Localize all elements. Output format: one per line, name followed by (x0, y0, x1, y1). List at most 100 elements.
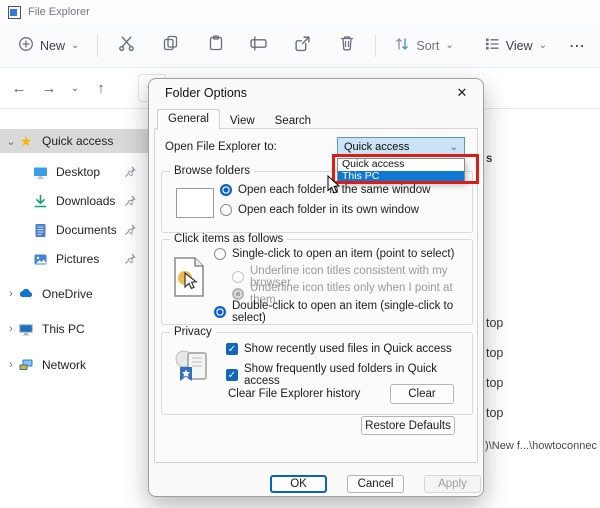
sidebar-item-quick-access[interactable]: ⌄ ★ Quick access (0, 129, 148, 153)
radio-label: Double-click to open an item (single-cli… (232, 300, 454, 324)
dialog-title: Folder Options (165, 86, 247, 100)
new-button-label: New (40, 38, 66, 53)
sidebar-item-label: Downloads (56, 194, 116, 208)
content-divider (487, 108, 600, 109)
window-title: File Explorer (28, 6, 90, 18)
trash-icon (339, 35, 355, 56)
sidebar-item-label: This PC (42, 322, 85, 336)
privacy-group-title: Privacy (170, 326, 216, 338)
sidebar-item-label: Network (42, 358, 87, 372)
sidebar-item-network[interactable]: › Network (0, 353, 148, 377)
paste-icon (208, 35, 224, 56)
file-list-item[interactable]: top (486, 376, 503, 390)
sidebar-item-downloads[interactable]: Downloads (0, 189, 148, 213)
new-button[interactable]: New ⌄ (10, 30, 87, 61)
scissors-icon (118, 35, 135, 57)
back-button[interactable]: ← (4, 80, 34, 97)
sidebar-item-this-pc[interactable]: › This PC (0, 317, 148, 341)
sort-button-label: Sort (416, 38, 440, 53)
pin-icon (124, 224, 136, 236)
sidebar-item-label: Documents (56, 223, 117, 237)
privacy-group: Privacy Show recently used files in Quic… (161, 326, 473, 415)
sort-button[interactable]: Sort ⌄ (386, 30, 461, 61)
command-toolbar: New ⌄ Sort ⌄ View ⌄ ⋯ (0, 24, 600, 68)
radio-unselected-icon (214, 248, 226, 260)
chevron-down-icon: ⌄ (449, 141, 458, 153)
restore-defaults-button[interactable]: Restore Defaults (361, 416, 455, 435)
view-button-label: View (505, 38, 533, 53)
browse-folders-group-title: Browse folders (170, 165, 255, 177)
clear-history-label: Clear File Explorer history (228, 388, 361, 400)
checkbox-recent-files[interactable]: Show recently used files in Quick access (226, 343, 452, 355)
file-list-item[interactable]: top (486, 406, 503, 420)
rename-button[interactable] (240, 31, 277, 61)
paste-button[interactable] (198, 31, 235, 61)
close-icon[interactable]: ✕ (453, 85, 471, 101)
rename-icon (250, 35, 267, 57)
plus-circle-icon (18, 36, 34, 55)
folder-options-dialog: Folder Options ✕ General View Search Ope… (148, 78, 484, 497)
navigation-pane: ⌄ ★ Quick access Desktop Downloads Docum… (0, 109, 148, 508)
chevron-down-icon: ⌄ (71, 40, 80, 51)
more-options-button[interactable]: ⋯ (555, 36, 600, 56)
pin-icon (124, 166, 136, 178)
combobox-value: Quick access (344, 141, 410, 153)
pictures-icon (32, 251, 48, 267)
chevron-down-icon[interactable]: ⌄ (0, 135, 18, 148)
up-button[interactable]: ↑ (86, 80, 116, 97)
path-fragment: :)\New f...\howtoconnec (482, 440, 597, 452)
checkbox-checked-icon (226, 369, 238, 381)
tab-general[interactable]: General (157, 109, 220, 130)
chevron-down-icon: ⌄ (445, 40, 454, 51)
mouse-cursor (327, 174, 341, 200)
radio-single-click[interactable]: Single-click to open an item (point to s… (214, 248, 454, 260)
radio-selected-icon (214, 306, 226, 318)
title-bar: File Explorer (0, 0, 600, 24)
chevron-right-icon[interactable]: › (0, 359, 18, 371)
radio-unselected-icon (220, 204, 232, 216)
toolbar-separator (97, 34, 99, 57)
sidebar-item-label: Desktop (56, 165, 101, 179)
sidebar-item-desktop[interactable]: Desktop (0, 160, 148, 184)
chevron-down-icon: ⌄ (538, 40, 547, 51)
view-button[interactable]: View ⌄ (476, 30, 555, 61)
browse-folders-icon (176, 188, 214, 218)
sidebar-item-pictures[interactable]: Pictures (0, 247, 148, 271)
clear-button[interactable]: Clear (390, 384, 454, 404)
recent-locations-chevron[interactable]: ⌄ (64, 83, 86, 94)
radio-own-window[interactable]: Open each folder in its own window (220, 204, 419, 216)
radio-double-click[interactable]: Double-click to open an item (single-cli… (214, 300, 472, 324)
quick-access-star-icon: ★ (19, 132, 33, 149)
toolbar-separator (375, 34, 377, 57)
privacy-icon (172, 347, 212, 392)
radio-label: Open each folder in its own window (238, 204, 419, 216)
click-items-icon (172, 256, 206, 305)
this-pc-icon (18, 321, 34, 337)
forward-button[interactable]: → (34, 80, 64, 97)
onedrive-icon (18, 286, 34, 302)
sidebar-item-label: Quick access (42, 134, 114, 148)
file-explorer-app-icon (8, 5, 21, 19)
view-list-icon (484, 36, 500, 55)
share-icon (294, 35, 311, 57)
annotation-red-box (332, 154, 479, 184)
sidebar-item-documents[interactable]: Documents (0, 218, 148, 242)
checkbox-label: Show recently used files in Quick access (244, 343, 452, 355)
documents-icon (32, 222, 48, 238)
copy-button[interactable] (153, 31, 190, 61)
cut-button[interactable] (108, 31, 145, 61)
delete-button[interactable] (329, 31, 366, 61)
sidebar-item-onedrive[interactable]: › OneDrive (0, 282, 148, 306)
sidebar-item-label: Pictures (56, 252, 100, 266)
cancel-button[interactable]: Cancel (347, 475, 404, 493)
chevron-right-icon[interactable]: › (0, 323, 18, 335)
ok-button[interactable]: OK (270, 475, 327, 493)
pin-icon (124, 253, 136, 265)
file-list-item[interactable]: top (486, 346, 503, 360)
chevron-right-icon[interactable]: › (0, 288, 18, 300)
radio-same-window[interactable]: Open each folder in the same window (220, 184, 430, 196)
copy-icon (163, 35, 179, 56)
file-list-item[interactable]: top (486, 316, 503, 330)
share-button[interactable] (284, 31, 321, 61)
radio-selected-icon (220, 184, 232, 196)
